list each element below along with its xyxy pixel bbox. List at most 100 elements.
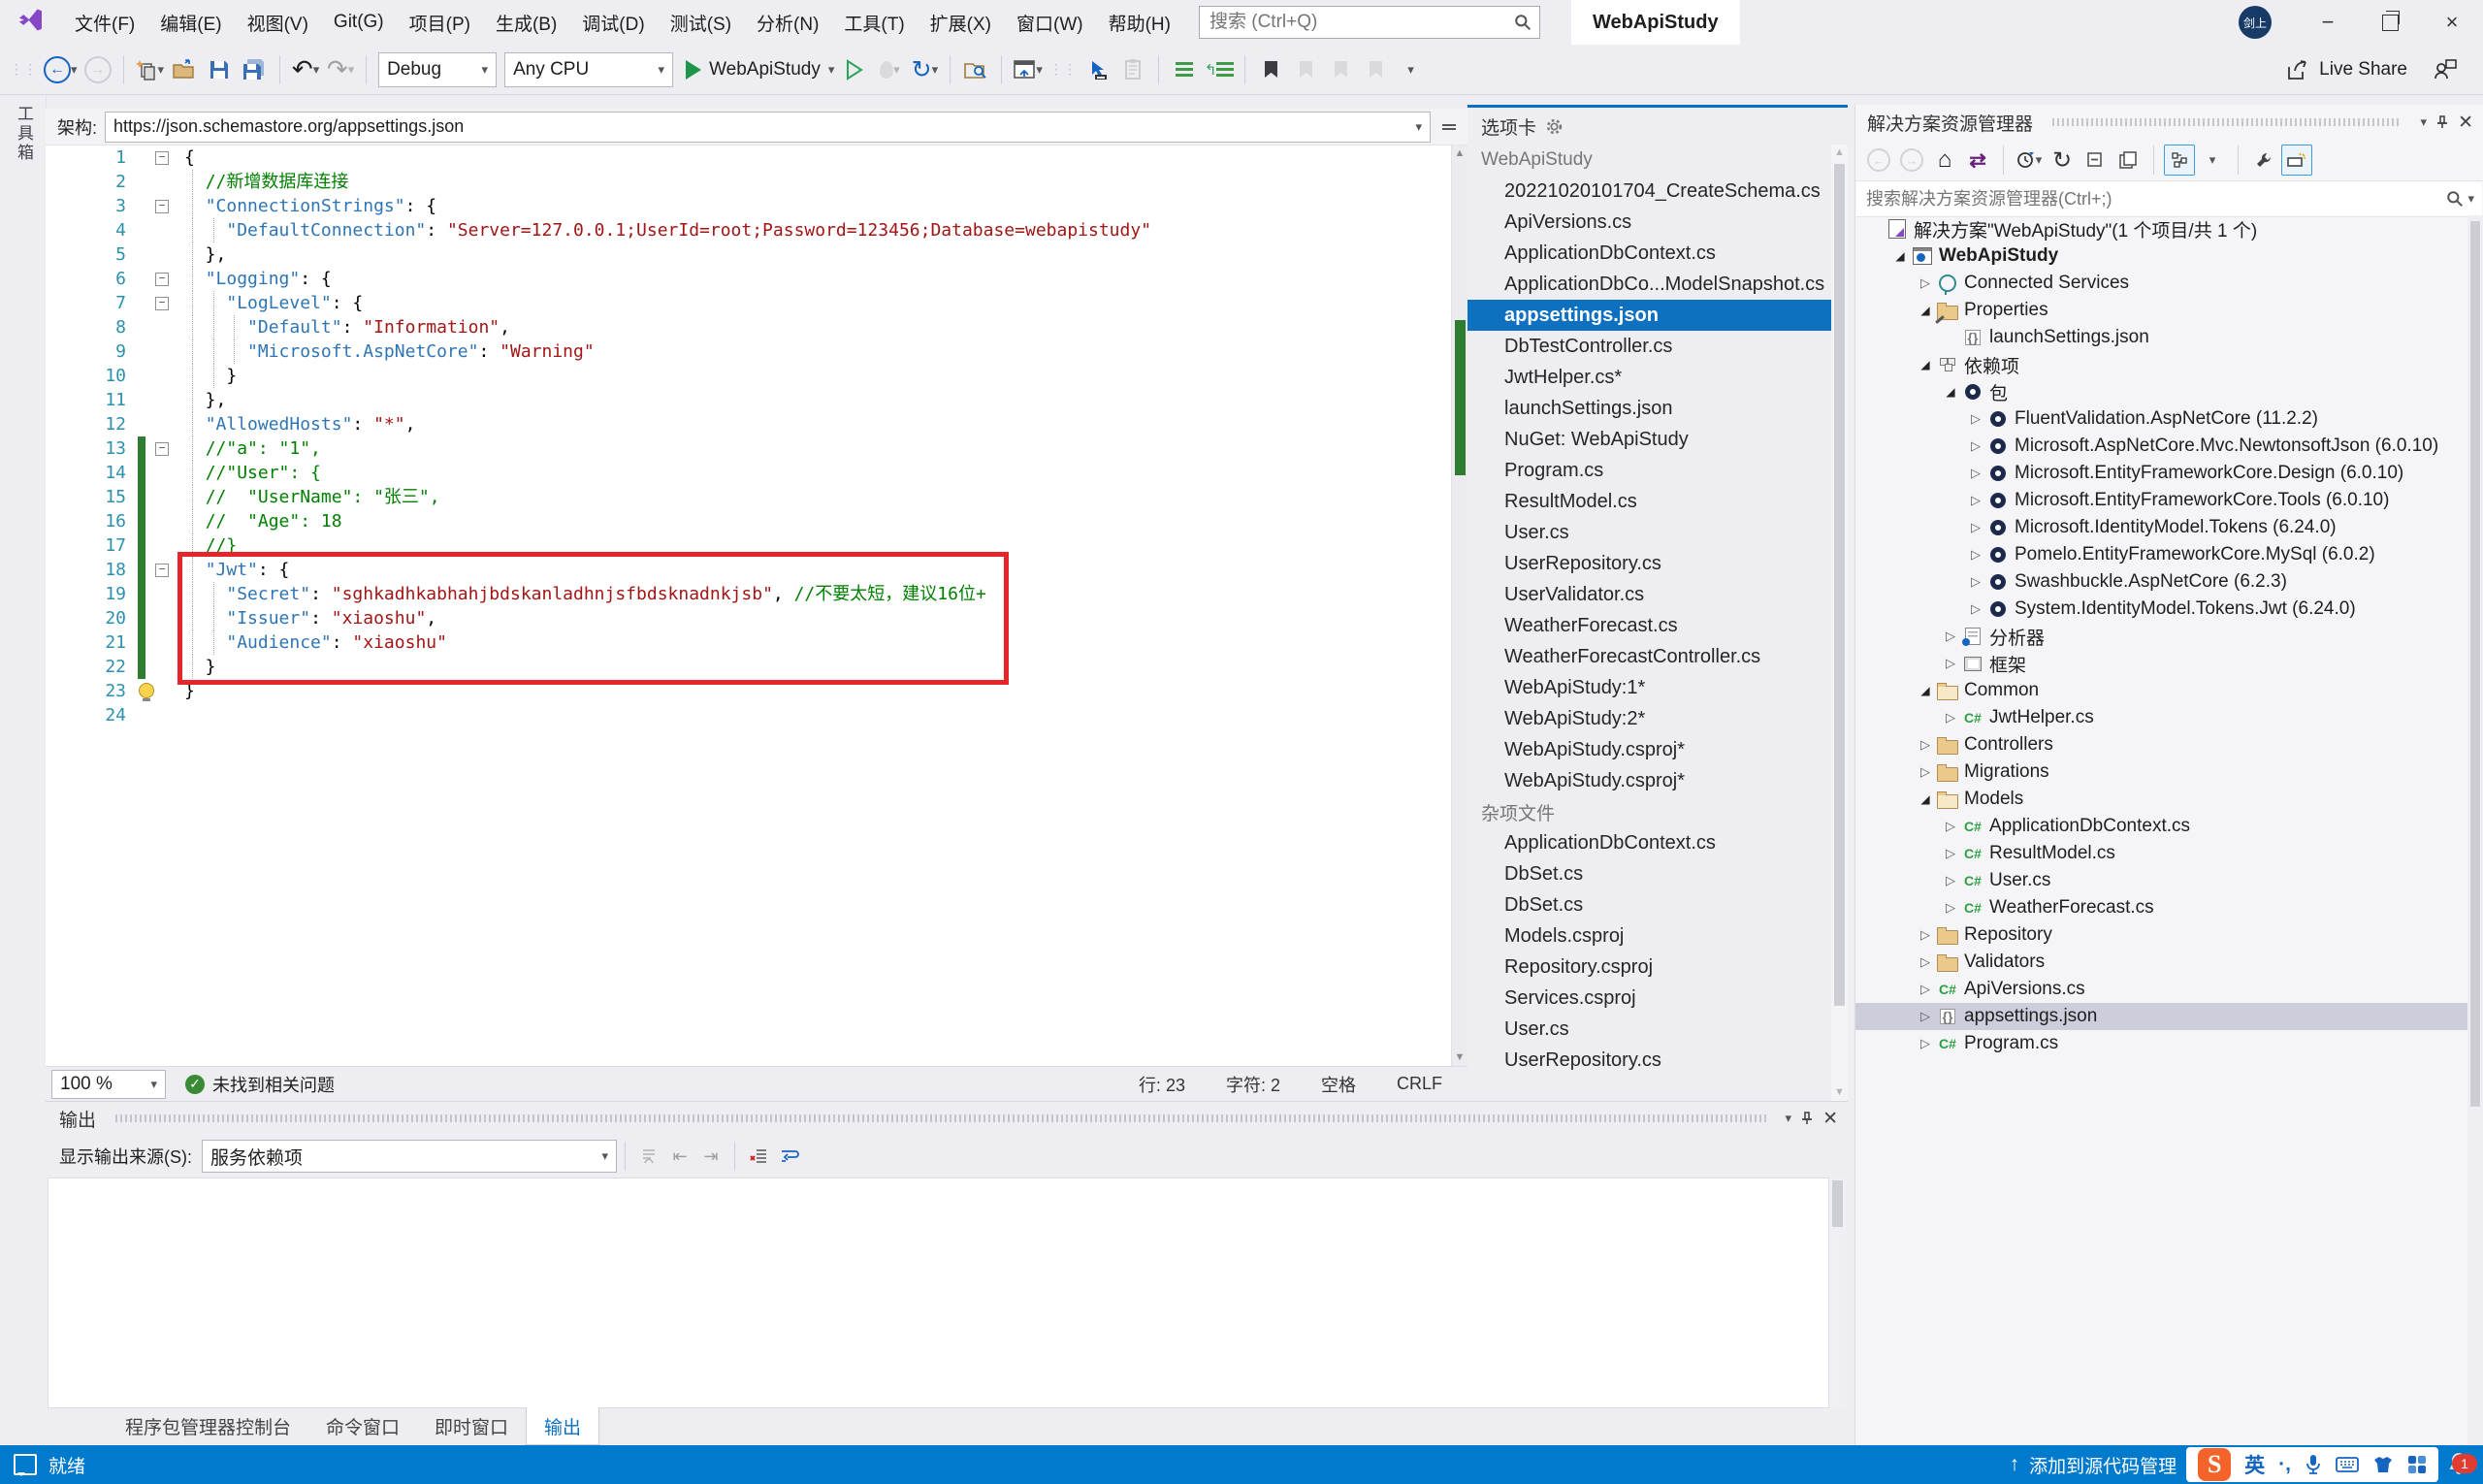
tree-item[interactable]: ▷Microsoft.AspNetCore.Mvc.NewtonsoftJson… [1855, 433, 2467, 460]
toolbox-grid-icon[interactable] [2407, 1455, 2427, 1474]
code-line[interactable]: 21 "Audience": "xiaoshu" [46, 630, 1451, 655]
clear-all-button[interactable] [743, 1141, 774, 1172]
code-line[interactable]: 1−{ [46, 145, 1451, 170]
collapsed-arrow-icon[interactable]: ▷ [1966, 493, 1985, 508]
line-number[interactable]: 16 [46, 509, 138, 533]
line-number[interactable]: 20 [46, 606, 138, 630]
start-without-debugging-button[interactable] [837, 52, 872, 87]
output-source-dropdown[interactable]: 服务依赖项▾ [202, 1140, 617, 1173]
code-text[interactable]: "LogLevel": { [184, 291, 363, 315]
fold-marker-icon[interactable]: − [155, 200, 169, 213]
keyboard-icon[interactable] [2336, 1456, 2359, 1473]
collapsed-arrow-icon[interactable]: ▷ [1966, 466, 1985, 481]
tool-window-tab[interactable]: 命令窗口 [308, 1407, 417, 1444]
fold-column[interactable] [145, 703, 184, 727]
code-line[interactable]: 4 "DefaultConnection": "Server=127.0.0.1… [46, 218, 1451, 242]
tree-item[interactable]: 解决方案"WebApiStudy"(1 个项目/共 1 个) [1855, 215, 2467, 242]
menu-item-0[interactable]: 文件(F) [62, 0, 147, 45]
toolbar-grip[interactable]: ⋮⋮ [1046, 52, 1080, 87]
code-line[interactable]: 11 }, [46, 388, 1451, 412]
code-text[interactable]: "Secret": "sghkadhkabhahjbdskanladhnjsfb… [184, 582, 986, 606]
sogou-logo[interactable]: S [2198, 1448, 2231, 1481]
fold-marker-icon[interactable]: − [155, 297, 169, 310]
tool-window-tab[interactable]: 即时窗口 [417, 1407, 526, 1444]
fold-column[interactable]: − [145, 267, 184, 291]
collapsed-arrow-icon[interactable]: ▷ [1966, 547, 1985, 563]
collapsed-arrow-icon[interactable]: ▷ [1916, 737, 1935, 753]
line-number[interactable]: 4 [46, 218, 138, 242]
add-to-source-control-button[interactable]: 添加到源代码管理 [2029, 1452, 2177, 1478]
save-button[interactable] [202, 52, 237, 87]
ime-punctuation-toggle[interactable]: ·, [2278, 1453, 2291, 1476]
code-line[interactable]: 3− "ConnectionStrings": { [46, 194, 1451, 218]
menu-item-12[interactable]: 帮助(H) [1096, 0, 1183, 45]
code-text-area[interactable]: 1−{2 //新增数据库连接3− "ConnectionStrings": {4… [46, 145, 1451, 1066]
tool-window-tab[interactable]: 程序包管理器控制台 [108, 1407, 308, 1444]
skin-shirt-icon[interactable] [2372, 1455, 2394, 1474]
collapsed-arrow-icon[interactable]: ▷ [1916, 1036, 1935, 1051]
document-tab[interactable]: UserRepository.cs [1467, 548, 1831, 579]
tree-item[interactable]: ◢包 [1855, 378, 2467, 405]
code-line[interactable]: 24 [46, 703, 1451, 727]
code-text[interactable]: "Microsoft.AspNetCore": "Warning" [184, 339, 595, 364]
expanded-arrow-icon[interactable]: ◢ [1916, 304, 1935, 317]
caret-char[interactable]: 字符: 2 [1226, 1072, 1280, 1097]
window-position-icon[interactable]: ▾ [2421, 114, 2428, 130]
code-line[interactable]: 5 }, [46, 242, 1451, 267]
collapsed-arrow-icon[interactable]: ▷ [1966, 438, 1985, 454]
collapsed-arrow-icon[interactable]: ▷ [1916, 954, 1935, 970]
maximize-button[interactable] [2359, 0, 2421, 45]
word-wrap-toggle[interactable] [774, 1141, 805, 1172]
menu-item-5[interactable]: 生成(B) [483, 0, 569, 45]
code-text[interactable]: "AllowedHosts": "*", [184, 412, 415, 436]
code-line[interactable]: 2 //新增数据库连接 [46, 170, 1451, 194]
menu-item-1[interactable]: 编辑(E) [147, 0, 234, 45]
global-search-input[interactable] [1208, 11, 1514, 34]
tree-item[interactable]: ▷Validators [1855, 949, 2467, 976]
document-tab[interactable]: ApplicationDbCo...ModelSnapshot.cs [1467, 269, 1831, 300]
fold-column[interactable]: − [145, 145, 184, 170]
increase-indent-button[interactable]: ↰ [1202, 52, 1238, 87]
redo-button[interactable]: ↷▾ [323, 52, 358, 87]
document-tab[interactable]: launchSettings.json [1467, 393, 1831, 424]
document-tab[interactable]: DbSet.cs [1467, 858, 1831, 889]
output-content[interactable] [48, 1178, 1829, 1408]
document-tab[interactable]: DbTestController.cs [1467, 331, 1831, 362]
paste-button[interactable] [1115, 52, 1150, 87]
document-tab[interactable]: JwtHelper.cs* [1467, 362, 1831, 393]
line-number[interactable]: 19 [46, 582, 138, 606]
fold-marker-icon[interactable]: − [155, 151, 169, 165]
line-number[interactable]: 5 [46, 242, 138, 267]
schema-combo[interactable]: ▾ [105, 112, 1431, 143]
document-tab[interactable]: WebApiStudy.csproj* [1467, 734, 1831, 765]
collapsed-arrow-icon[interactable]: ▷ [1941, 846, 1960, 861]
gear-icon[interactable] [1546, 118, 1563, 135]
code-text[interactable]: { [184, 145, 195, 170]
tree-item[interactable]: ▷Pomelo.EntityFrameworkCore.MySql (6.0.2… [1855, 541, 2467, 568]
document-tab[interactable]: ApplicationDbContext.cs [1467, 827, 1831, 858]
collapsed-arrow-icon[interactable]: ▷ [1966, 574, 1985, 590]
decrease-indent-button[interactable] [1167, 52, 1202, 87]
start-debugging-button[interactable]: WebApiStudy ▾ [683, 52, 837, 87]
fold-column[interactable] [145, 533, 184, 558]
line-number[interactable]: 10 [46, 364, 138, 388]
tree-item[interactable]: ▷Controllers [1855, 731, 2467, 758]
scroll-down-arrow[interactable]: ▼ [1452, 1049, 1467, 1066]
feedback-icon[interactable] [2433, 58, 2458, 81]
find-message-button[interactable] [633, 1141, 664, 1172]
solution-platform-dropdown[interactable]: Any CPU▾ [504, 52, 673, 87]
line-number[interactable]: 15 [46, 485, 138, 509]
collapsed-arrow-icon[interactable]: ▷ [1916, 1009, 1935, 1024]
fold-column[interactable]: − [145, 558, 184, 582]
toggle-bookmark-button[interactable] [1253, 52, 1288, 87]
fold-column[interactable] [145, 218, 184, 242]
back-button[interactable]: ← [1863, 145, 1894, 176]
indent-mode[interactable]: 空格 [1321, 1072, 1356, 1097]
output-scrollbar[interactable] [1829, 1178, 1846, 1408]
sync-with-active-document-button[interactable]: ⇄ [1962, 145, 1993, 176]
collapsed-arrow-icon[interactable]: ▷ [1916, 927, 1935, 943]
tree-item[interactable]: ▷Microsoft.EntityFrameworkCore.Design (6… [1855, 460, 2467, 487]
menu-item-7[interactable]: 测试(S) [658, 0, 744, 45]
document-tab[interactable]: Services.csproj [1467, 983, 1831, 1014]
toolbar-overflow-button[interactable]: ▾ [1393, 52, 1428, 87]
